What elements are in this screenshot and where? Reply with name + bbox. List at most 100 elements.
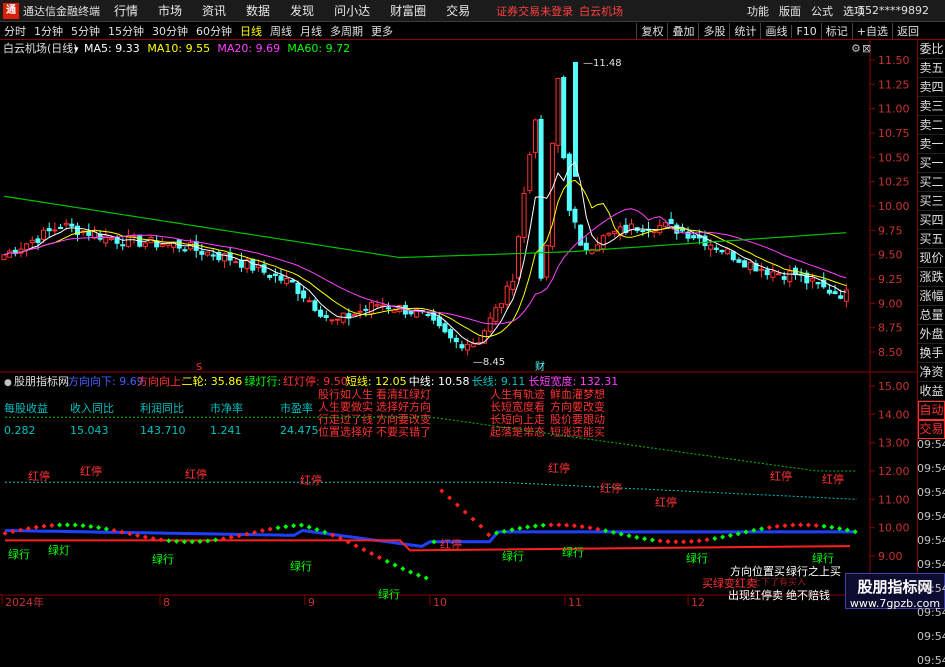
label-hongting-5: 红停 bbox=[548, 461, 570, 475]
tool-biaoji[interactable]: 标记 bbox=[821, 23, 852, 39]
candle-body bbox=[324, 316, 328, 318]
menu-item-caifuquan[interactable]: 财富圈 bbox=[390, 2, 426, 19]
side-item-8[interactable]: 买三 bbox=[918, 192, 945, 211]
table-header-2: 利润同比 bbox=[140, 401, 184, 415]
menu-item-hangqing[interactable]: 行情 bbox=[114, 2, 138, 19]
side-item-16[interactable]: 换手 bbox=[918, 344, 945, 363]
timeframe-7[interactable]: 周线 bbox=[266, 23, 296, 39]
ma60-line bbox=[4, 196, 846, 257]
tool-diejia[interactable]: 叠加 bbox=[667, 23, 698, 39]
candle-body bbox=[601, 236, 605, 249]
candle-body bbox=[777, 274, 781, 275]
tool-back[interactable]: 返回 bbox=[892, 23, 923, 39]
signal-diamond bbox=[439, 488, 444, 493]
side-item-10[interactable]: 买五 bbox=[918, 230, 945, 249]
signal-diamond bbox=[447, 495, 452, 500]
menu-item-jiaoyi[interactable]: 交易 bbox=[446, 2, 470, 19]
timeframe-4[interactable]: 30分钟 bbox=[148, 23, 192, 39]
menu-item-gongneng[interactable]: 功能 bbox=[747, 3, 769, 19]
candle-body bbox=[771, 272, 775, 278]
tool-tongji[interactable]: 统计 bbox=[729, 23, 760, 39]
candle-body bbox=[239, 260, 243, 267]
side-item-18[interactable]: 收益 bbox=[918, 382, 945, 401]
candle-body bbox=[726, 249, 730, 254]
timeframe-9[interactable]: 多周期 bbox=[326, 23, 367, 39]
side-lower-0[interactable]: 自动 bbox=[918, 401, 945, 420]
side-item-9[interactable]: 买四 bbox=[918, 211, 945, 230]
side-item-3[interactable]: 卖三 bbox=[918, 97, 945, 116]
candle-body bbox=[499, 304, 503, 308]
chart-area[interactable]: 白云机场(日线)▾MA5: 9.33MA10: 9.55MA20: 9.69MA… bbox=[0, 40, 917, 609]
candle-body bbox=[313, 301, 317, 311]
timeframe-0[interactable]: 分时 bbox=[0, 23, 30, 39]
timeframe-10[interactable]: 更多 bbox=[367, 23, 397, 39]
time-label-1: 09:54 bbox=[917, 462, 945, 475]
notice-stock-name[interactable]: 白云机场 bbox=[579, 3, 623, 19]
ma-label-2: MA20: 9.69 bbox=[217, 42, 280, 55]
timeframe-2[interactable]: 5分钟 bbox=[67, 23, 104, 39]
side-item-11[interactable]: 现价 bbox=[918, 249, 945, 268]
timeframe-5[interactable]: 60分钟 bbox=[192, 23, 236, 39]
side-item-0[interactable]: 委比 bbox=[918, 40, 945, 59]
stock-label: 白云机场(日线) bbox=[3, 41, 78, 55]
side-item-1[interactable]: 卖五 bbox=[918, 59, 945, 78]
candle-body bbox=[630, 224, 634, 230]
candle-body bbox=[692, 236, 696, 238]
label-hongting-9: 红停 bbox=[822, 472, 844, 486]
menu-item-banmian[interactable]: 版面 bbox=[779, 3, 801, 19]
timeframe-3[interactable]: 15分钟 bbox=[104, 23, 148, 39]
signal-diamond bbox=[549, 522, 554, 527]
candle-body bbox=[607, 233, 611, 235]
kline-chart[interactable]: 白云机场(日线)▾MA5: 9.33MA10: 9.55MA20: 9.69MA… bbox=[0, 40, 917, 609]
price-label-6: 10.00 bbox=[878, 200, 910, 213]
signal-diamond bbox=[525, 525, 530, 530]
menu-item-shichang[interactable]: 市场 bbox=[158, 2, 182, 19]
menu-item-shuju[interactable]: 数据 bbox=[246, 2, 270, 19]
tool-huaxian[interactable]: 画线 bbox=[760, 23, 791, 39]
side-item-14[interactable]: 总量 bbox=[918, 306, 945, 325]
candle-body bbox=[353, 314, 357, 315]
candle-body bbox=[302, 291, 306, 298]
tool-f10[interactable]: F10 bbox=[791, 25, 820, 38]
tool-fuquan[interactable]: 复权 bbox=[636, 23, 667, 39]
side-item-6[interactable]: 买一 bbox=[918, 154, 945, 173]
candle-body bbox=[839, 296, 843, 298]
lower-label-3: 12.00 bbox=[878, 465, 910, 478]
account-id[interactable]: 152****9892 bbox=[858, 4, 929, 17]
time-label-7: 09:54 bbox=[917, 606, 945, 619]
signal-diamond bbox=[385, 559, 390, 564]
side-item-13[interactable]: 涨幅 bbox=[918, 287, 945, 306]
menu-item-gongshi[interactable]: 公式 bbox=[811, 3, 833, 19]
side-item-17[interactable]: 净资 bbox=[918, 363, 945, 382]
label-hongting-7: 红停 bbox=[655, 495, 677, 509]
slogan-0-2: 行走过了线 bbox=[318, 412, 373, 426]
signal-diamond bbox=[744, 530, 749, 535]
tool-add-favorite[interactable]: +自选 bbox=[852, 23, 892, 39]
note-1: 绿行之上买 bbox=[786, 564, 841, 578]
menu-item-zixun[interactable]: 资讯 bbox=[202, 2, 226, 19]
time-label-2: 09:54 bbox=[917, 486, 945, 499]
side-item-5[interactable]: 卖一 bbox=[918, 135, 945, 154]
date-label-2: 9 bbox=[308, 596, 315, 609]
side-lower-1[interactable]: 交易 bbox=[918, 420, 945, 439]
signal-diamond bbox=[166, 538, 171, 543]
table-value-0: 0.282 bbox=[4, 424, 36, 437]
side-item-7[interactable]: 买二 bbox=[918, 173, 945, 192]
timeframe-1[interactable]: 1分钟 bbox=[30, 23, 67, 39]
side-item-2[interactable]: 卖四 bbox=[918, 78, 945, 97]
menu-item-faxian[interactable]: 发现 bbox=[290, 2, 314, 19]
tool-duogu[interactable]: 多股 bbox=[698, 23, 729, 39]
side-item-12[interactable]: 涨跌 bbox=[918, 268, 945, 287]
slogan-1-2: 方向要改变 bbox=[376, 412, 431, 426]
date-label-1: 8 bbox=[163, 596, 170, 609]
side-item-15[interactable]: 外盘 bbox=[918, 325, 945, 344]
trade-login-notice[interactable]: 证券交易未登录 bbox=[496, 3, 573, 19]
label-hongting-3: 红停 bbox=[300, 473, 322, 487]
menu-item-wenxiaoda[interactable]: 问小达 bbox=[334, 2, 370, 19]
candle-body bbox=[579, 225, 583, 245]
price-label-9: 9.25 bbox=[878, 273, 903, 286]
timeframe-8[interactable]: 月线 bbox=[296, 23, 326, 39]
side-item-4[interactable]: 卖二 bbox=[918, 116, 945, 135]
note-3: 出现红停卖 bbox=[728, 588, 783, 602]
timeframe-6[interactable]: 日线 bbox=[236, 23, 266, 39]
